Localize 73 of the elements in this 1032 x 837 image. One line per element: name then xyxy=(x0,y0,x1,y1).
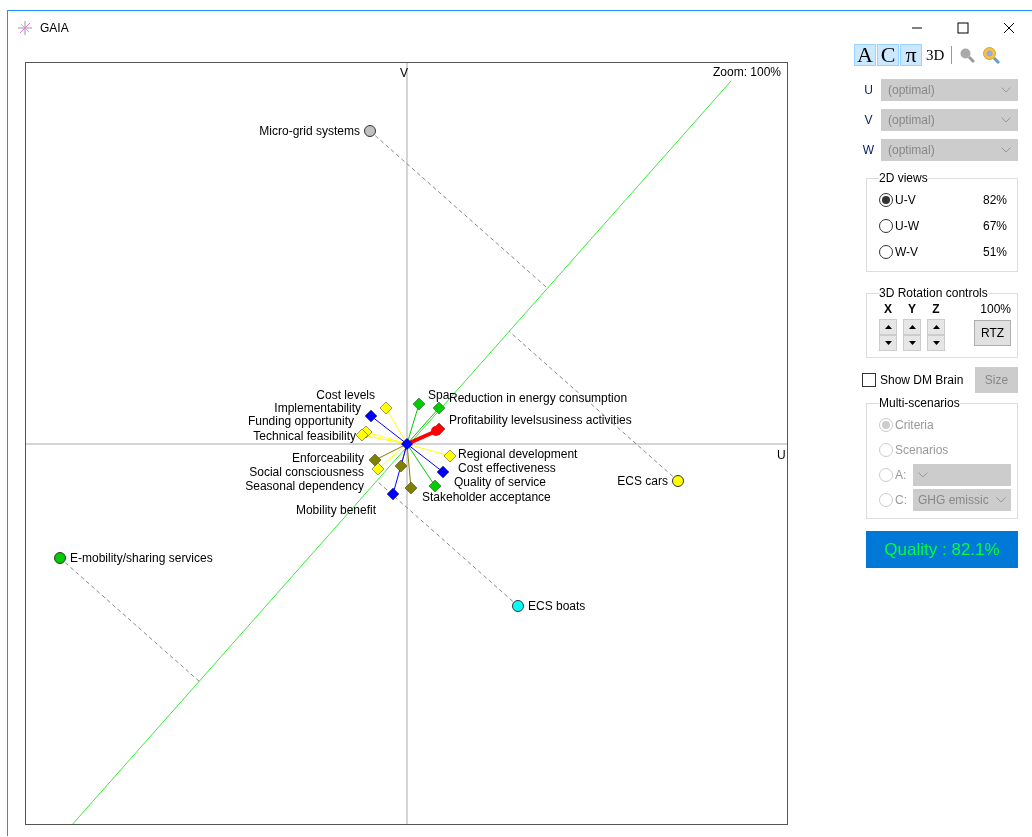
chevron-icon xyxy=(1001,147,1011,153)
criterion-label: Profitability levelsusiness activities xyxy=(449,413,632,427)
rotation-axis-label: X xyxy=(884,302,892,316)
criterion-label: Enforceability xyxy=(291,451,364,465)
axis-selector-label: V xyxy=(863,113,874,127)
axis-label: V xyxy=(400,66,408,80)
toolbar-toggle[interactable]: A xyxy=(854,44,876,66)
window-title: GAIA xyxy=(40,21,69,35)
chevron-icon xyxy=(996,496,1006,503)
toolbar-toggle[interactable]: π xyxy=(900,44,922,66)
group-title: 3D Rotation controls xyxy=(879,286,988,300)
origin-marker xyxy=(401,438,413,450)
rotation-axis-label: Y xyxy=(908,302,916,316)
axis-selector-label: W xyxy=(861,143,876,157)
criterion-label: Cost effectiveness xyxy=(458,461,556,475)
rotate-down-button[interactable] xyxy=(879,335,897,351)
view-label: U-W xyxy=(895,219,920,233)
option-label: A: xyxy=(895,467,908,482)
checkbox-label: Show DM Brain xyxy=(880,373,965,387)
criterion-label: Stakeholder acceptance xyxy=(422,490,551,504)
chevron-icon xyxy=(918,471,928,478)
down-triangle-icon xyxy=(908,341,916,345)
criterion-label: Regional development xyxy=(458,447,578,461)
up-triangle-icon xyxy=(908,325,916,329)
group-title: 2D views xyxy=(879,171,928,185)
option-label: Scenarios xyxy=(895,442,949,457)
up-triangle-icon xyxy=(932,325,940,329)
alternative-label: E-mobility/sharing services xyxy=(70,551,213,565)
group-title: Multi-scenarios xyxy=(879,396,960,410)
down-triangle-icon xyxy=(884,341,892,345)
rotation-axis-label: Z xyxy=(932,302,940,316)
chevron-icon xyxy=(1001,87,1011,93)
rotate-down-button[interactable] xyxy=(903,335,921,351)
rotate-down-button[interactable] xyxy=(927,335,945,351)
criterion-label: Implementability xyxy=(274,401,361,415)
criterion-label: Cost levels xyxy=(316,388,375,402)
checkbox[interactable] xyxy=(862,373,876,387)
zoom-icon[interactable] xyxy=(982,46,1001,64)
view-label: U-V xyxy=(895,193,917,207)
alternative-label: ECS cars xyxy=(617,474,668,488)
search-icon[interactable] xyxy=(959,47,976,63)
up-triangle-icon xyxy=(884,325,892,329)
app-icon xyxy=(17,20,33,36)
criterion-label: Technical feasibility xyxy=(253,429,356,443)
down-triangle-icon xyxy=(932,341,940,345)
rotate-up-button[interactable] xyxy=(879,319,897,335)
chevron-icon xyxy=(1001,117,1011,123)
criterion-label: Reduction in energy consumption xyxy=(449,391,628,405)
criterion-label: Quality of service xyxy=(454,475,547,489)
reset-button[interactable]: RTZ xyxy=(974,320,1011,346)
axis-label: U xyxy=(777,448,786,462)
option-label: Criteria xyxy=(895,417,934,432)
view-percent: 51% xyxy=(982,245,1007,259)
maximize-icon xyxy=(957,22,969,34)
rotate-up-button[interactable] xyxy=(927,319,945,335)
view-percent: 67% xyxy=(982,219,1007,233)
criterion-label: Spa xyxy=(428,388,450,402)
criterion-label: Seasonal dependency xyxy=(245,479,364,493)
close-icon xyxy=(1003,22,1015,34)
quality-indicator: Quality : 82.1% xyxy=(866,531,1018,568)
option-label: C: xyxy=(895,492,908,507)
toolbar-toggle[interactable]: C xyxy=(877,44,899,66)
rotate-up-button[interactable] xyxy=(903,319,921,335)
rotation-zoom: 100% xyxy=(980,302,1011,316)
zoom-label: Zoom: 100% xyxy=(712,65,781,79)
criterion-label: Mobility benefit xyxy=(295,503,376,517)
criterion-label: Social consciousness xyxy=(249,465,364,479)
criterion-label: Funding opportunity xyxy=(247,414,354,428)
view-label: W-V xyxy=(895,245,920,259)
view-percent: 82% xyxy=(982,193,1007,207)
alternative-label: ECS boats xyxy=(528,599,586,613)
alternative-label: Micro-grid systems xyxy=(259,124,360,138)
axis-selector-label: U xyxy=(863,83,874,97)
